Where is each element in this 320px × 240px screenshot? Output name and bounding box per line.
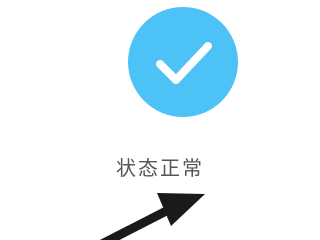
status-label: 状态正常 [116,156,204,180]
check-icon [156,42,212,84]
status-screen: 状态正常 [0,0,320,240]
status-ok-badge [128,7,238,117]
